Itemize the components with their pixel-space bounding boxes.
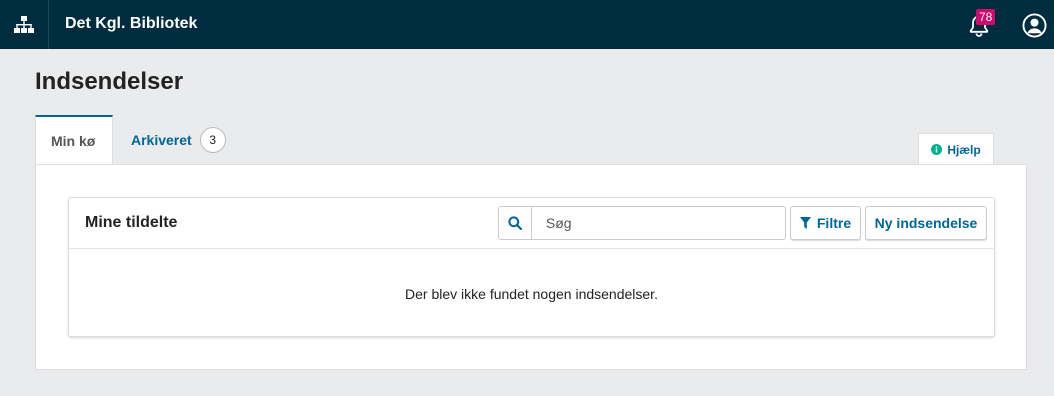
new-submission-button[interactable]: Ny indsendelse	[865, 206, 987, 240]
empty-message: Der blev ikke fundet nogen indsendelser.	[405, 286, 658, 302]
search-input[interactable]	[531, 207, 785, 239]
search-icon	[508, 216, 522, 230]
search-button[interactable]	[499, 207, 532, 239]
search-box	[498, 206, 786, 240]
count-badge: 3	[199, 127, 226, 153]
notification-count-badge: 78	[976, 9, 996, 25]
filter-button[interactable]: Filtre	[790, 206, 861, 240]
top-navbar: Det Kgl. Bibliotek 78	[0, 0, 1054, 49]
tab-label: Arkiveret	[131, 132, 192, 148]
sitemap-icon	[14, 15, 34, 33]
help-label: Hjælp	[947, 142, 981, 157]
tab-archived[interactable]: Arkiveret 3	[131, 115, 226, 165]
tab-label: Min kø	[51, 133, 96, 149]
site-title[interactable]: Det Kgl. Bibliotek	[65, 15, 197, 33]
submissions-list-panel: Mine tildelte Filtre Ny indsendelse Der …	[68, 197, 995, 337]
filter-icon	[799, 217, 811, 229]
info-icon	[931, 144, 943, 155]
user-circle-icon	[1022, 13, 1047, 38]
sitemap-button[interactable]	[0, 0, 49, 49]
new-submission-label: Ny indsendelse	[874, 215, 978, 231]
filter-label: Filtre	[816, 215, 852, 231]
list-header: Mine tildelte Filtre Ny indsendelse	[69, 198, 994, 249]
help-button[interactable]: Hjælp	[918, 133, 994, 165]
tab-my-queue[interactable]: Min kø	[35, 115, 113, 165]
page-title: Indsendelser	[35, 68, 184, 95]
user-menu-button[interactable]	[1022, 13, 1048, 39]
list-title: Mine tildelte	[85, 214, 178, 231]
